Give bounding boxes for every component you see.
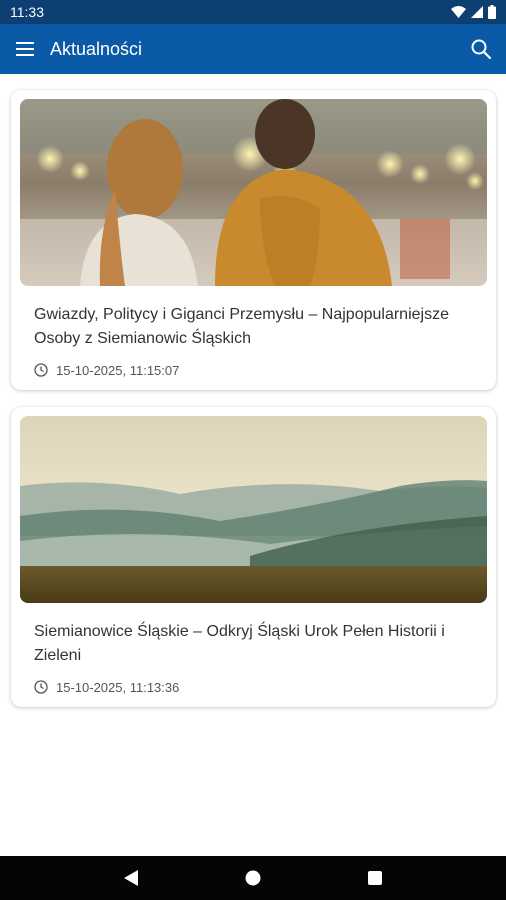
landscape-photo	[20, 416, 487, 603]
article-image	[20, 99, 487, 286]
back-icon	[124, 870, 138, 886]
article-title: Gwiazdy, Politycy i Giganci Przemysłu – …	[34, 306, 449, 347]
menu-button[interactable]	[0, 24, 50, 74]
article-date-text: 15-10-2025, 11:15:07	[56, 362, 180, 378]
status-bar: 11:33	[0, 0, 506, 24]
menu-icon	[16, 42, 34, 56]
recents-button[interactable]	[355, 858, 395, 898]
back-button[interactable]	[111, 858, 151, 898]
news-list: Gwiazdy, Politycy i Giganci Przemysłu – …	[0, 74, 506, 856]
clock-icon	[34, 363, 48, 377]
page-title: Aktualności	[50, 38, 143, 59]
article-date-text: 15-10-2025, 11:13:36	[56, 679, 180, 695]
clock-icon	[34, 680, 48, 694]
recents-icon	[368, 871, 382, 885]
article-title: Siemianowice Śląskie – Odkryj Śląski Uro…	[34, 623, 445, 664]
wifi-icon	[451, 6, 466, 18]
status-time: 11:33	[10, 4, 44, 20]
search-button[interactable]	[456, 24, 506, 74]
battery-icon	[488, 5, 496, 19]
home-button[interactable]	[233, 858, 273, 898]
news-card[interactable]: Siemianowice Śląskie – Odkryj Śląski Uro…	[11, 407, 496, 707]
search-icon	[471, 39, 491, 59]
system-nav-bar	[0, 856, 506, 900]
home-icon	[245, 870, 261, 886]
couple-photo	[20, 99, 487, 286]
signal-icon	[471, 6, 483, 18]
app-bar: Aktualności	[0, 24, 506, 74]
article-date: 15-10-2025, 11:13:36	[34, 679, 179, 695]
news-card[interactable]: Gwiazdy, Politycy i Giganci Przemysłu – …	[11, 90, 496, 390]
status-icons	[451, 5, 496, 19]
article-date: 15-10-2025, 11:15:07	[34, 362, 179, 378]
article-image	[20, 416, 487, 603]
